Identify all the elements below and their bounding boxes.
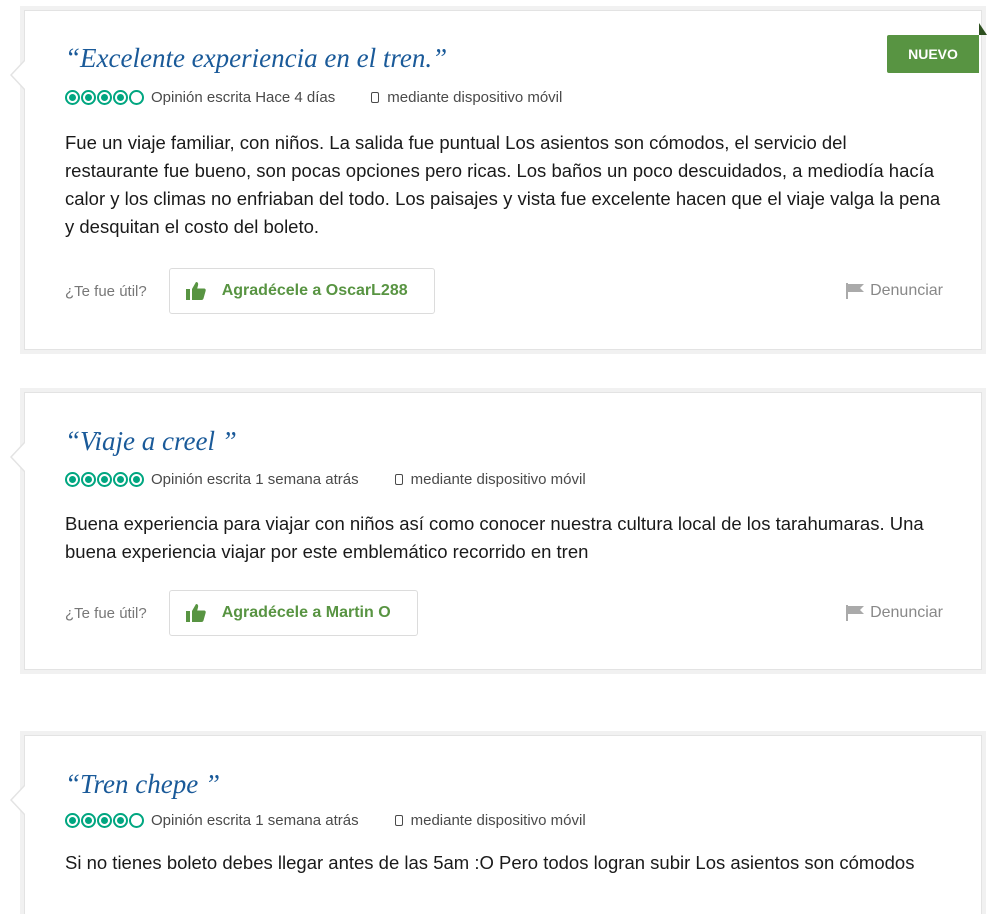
review-card: “Tren chepe ” Opinión escrita 1 semana a… — [10, 735, 982, 914]
review-title[interactable]: “Excelente experiencia en el tren.” — [65, 43, 447, 74]
thumbs-up-icon — [185, 282, 206, 300]
rating-bubble-empty — [129, 813, 144, 828]
rating-bubbles — [65, 813, 145, 828]
rating-bubble-filled — [65, 90, 80, 105]
rating-bubble-filled — [65, 472, 80, 487]
review-meta: Opinión escrita 1 semana atrás mediante … — [65, 812, 586, 829]
rating-bubble-filled — [113, 472, 128, 487]
thank-reviewer-label: Agradécele a OscarL288 — [221, 282, 408, 299]
device-label: mediante dispositivo móvil — [410, 812, 586, 829]
review-card: NUEVO “Excelente experiencia en el tren.… — [10, 10, 987, 350]
useful-label: ¿Te fue útil? — [65, 282, 147, 300]
review-footer: ¿Te fue útil? Agradécele a OscarL288 Den… — [65, 268, 943, 314]
review-title[interactable]: “Viaje a creel ” — [65, 426, 237, 457]
report-label: Denunciar — [870, 282, 943, 299]
review-footer: ¿Te fue útil? Agradécele a Martin O Denu… — [65, 590, 943, 636]
review-date: Opinión escrita 1 semana atrás — [151, 471, 359, 488]
rating-bubbles — [65, 472, 145, 487]
report-label: Denunciar — [870, 604, 943, 621]
review-date: Opinión escrita Hace 4 días — [151, 89, 336, 106]
review-date: Opinión escrita 1 semana atrás — [151, 812, 359, 829]
mobile-device-icon — [394, 474, 403, 485]
card-pointer — [10, 784, 26, 816]
mobile-device-icon — [394, 815, 403, 826]
review-text: Fue un viaje familiar, con niños. La sal… — [65, 132, 941, 237]
flag-icon — [846, 283, 865, 299]
thank-reviewer-button[interactable]: Agradécele a Martin O — [168, 590, 418, 636]
review-meta: Opinión escrita 1 semana atrás mediante … — [65, 471, 586, 488]
thank-reviewer-button[interactable]: Agradécele a OscarL288 — [168, 268, 435, 314]
report-link[interactable]: Denunciar — [846, 604, 943, 622]
rating-bubble-filled — [65, 813, 80, 828]
review-text: Buena experiencia para viajar con niños … — [65, 513, 924, 562]
rating-bubble-filled — [129, 472, 144, 487]
badge-fold — [979, 23, 987, 35]
review-title[interactable]: “Tren chepe ” — [65, 769, 220, 800]
device-info: mediante dispositivo móvil — [371, 89, 562, 106]
thank-reviewer-label: Agradécele a Martin O — [221, 604, 391, 621]
rating-bubble-filled — [97, 472, 112, 487]
card-pointer — [10, 59, 26, 91]
rating-bubble-filled — [113, 90, 128, 105]
rating-bubbles — [65, 90, 145, 105]
device-label: mediante dispositivo móvil — [410, 471, 586, 488]
review-text: Si no tienes boleto debes llegar antes d… — [65, 852, 915, 873]
device-info: mediante dispositivo móvil — [394, 471, 586, 488]
review-meta: Opinión escrita Hace 4 días mediante dis… — [65, 89, 562, 106]
rating-bubble-filled — [97, 90, 112, 105]
thumbs-up-icon — [185, 604, 206, 622]
device-info: mediante dispositivo móvil — [394, 812, 586, 829]
rating-bubble-filled — [113, 813, 128, 828]
mobile-device-icon — [371, 92, 380, 103]
rating-bubble-filled — [81, 813, 96, 828]
review-card: “Viaje a creel ” Opinión escrita 1 seman… — [10, 392, 982, 670]
flag-icon — [846, 605, 865, 621]
card-pointer — [10, 441, 26, 473]
useful-label: ¿Te fue útil? — [65, 604, 147, 622]
report-link[interactable]: Denunciar — [846, 282, 943, 300]
device-label: mediante dispositivo móvil — [387, 89, 563, 106]
rating-bubble-empty — [129, 90, 144, 105]
rating-bubble-filled — [97, 813, 112, 828]
rating-bubble-filled — [81, 90, 96, 105]
new-badge: NUEVO — [887, 35, 979, 73]
rating-bubble-filled — [81, 472, 96, 487]
